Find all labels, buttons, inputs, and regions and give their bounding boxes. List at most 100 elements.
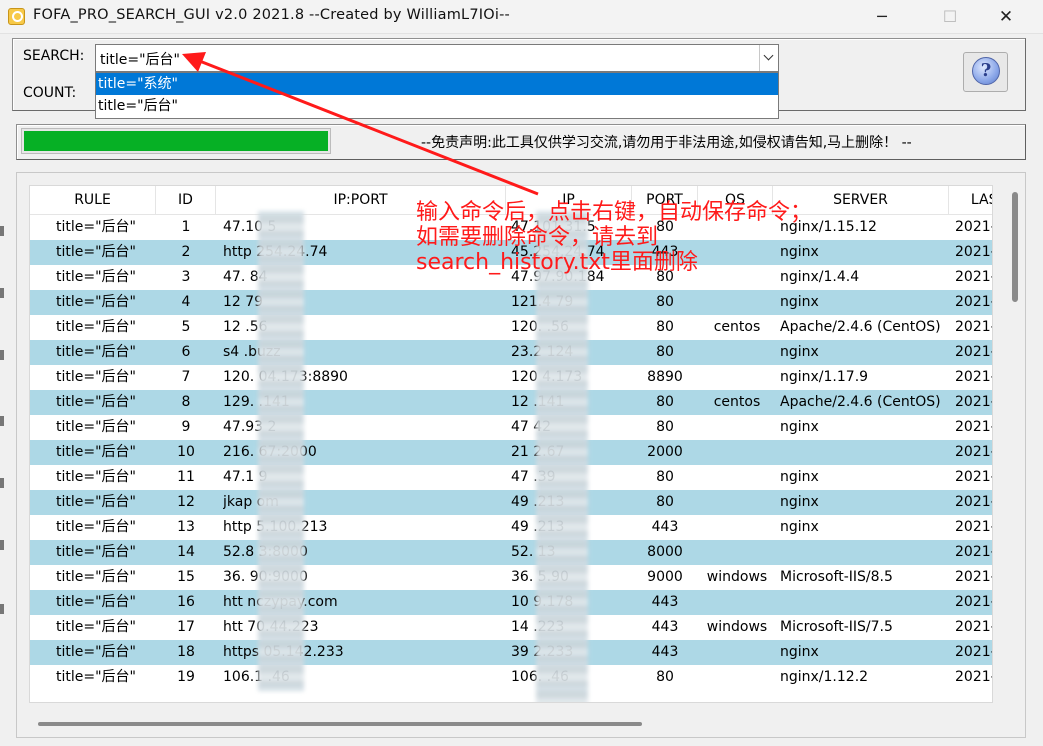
search-label: SEARCH: — [23, 48, 85, 64]
table-row[interactable]: title="后台"18https 05.142.23339 2.233443n… — [30, 640, 993, 665]
cell-rule: title="后台" — [56, 319, 136, 335]
cell-server: nginx/1.12.2 — [780, 669, 869, 685]
table-row[interactable]: title="后台"17htt 70.44.22314 .223443windo… — [30, 615, 993, 640]
annotation-line: search_history.txt里面删除 — [416, 250, 698, 275]
cell-os: centos — [713, 394, 761, 410]
cell-rule: title="后台" — [56, 469, 136, 485]
cell-os: windows — [706, 569, 768, 585]
cell-rule: title="后台" — [56, 269, 136, 285]
cell-server: nginx — [780, 419, 819, 435]
annotation-text: 输入命令后，点击右键，自动保存命令； 如需要删除命令，请去到 search_hi… — [416, 200, 976, 275]
table-row[interactable]: title="后台" 11 47.1 9 47 .39 80 nginx 2021- — [30, 465, 992, 490]
cell-rule: title="后台" — [56, 669, 136, 685]
cell-id: 18 — [177, 644, 195, 660]
search-history-dropdown[interactable]: title="系统" title="后台" — [95, 72, 779, 119]
table-row[interactable]: title="后台" 9 47.93 2 47 42 80 nginx 2021- — [30, 415, 993, 440]
cell-os — [698, 515, 776, 540]
cell-os — [698, 490, 776, 515]
cell-port: 8890 — [647, 369, 683, 385]
cell-rule: title="后台" — [56, 369, 136, 385]
table-row[interactable]: title="后台"6s4 .buzz23.2 12480nginx2021- — [30, 340, 992, 365]
title-bar: FOFA_PRO_SEARCH_GUI v2.0 2021.8 --Create… — [0, 0, 1043, 34]
close-button[interactable]: ✕ — [983, 0, 1029, 34]
cell-last: 2021- — [955, 669, 993, 685]
cell-port: 443 — [651, 594, 679, 610]
cell-port: 443 — [651, 619, 679, 635]
search-combobox[interactable]: title="后台" — [95, 44, 779, 72]
cell-id: 4 — [181, 294, 191, 310]
chevron-down-icon[interactable] — [759, 45, 778, 71]
history-item[interactable]: title="系统" — [96, 73, 778, 95]
cell-last: 2021- — [955, 594, 993, 610]
cell-id: 16 — [177, 594, 195, 610]
cell-rule: title="后台" — [56, 294, 136, 310]
cell-port: 443 — [651, 519, 679, 535]
cell-rule: title="后台" — [56, 219, 136, 235]
table-row[interactable]: title="后台"7120. 04.173:8890120 4.1738890… — [30, 365, 992, 390]
cell-last: 2021- — [955, 294, 993, 310]
cell-os — [698, 290, 776, 315]
cell-last: 2021- — [955, 394, 993, 410]
cell-port: 80 — [656, 319, 674, 335]
table-row[interactable]: title="后台"412 79121.4 7980nginx2021- — [30, 290, 993, 315]
cell-last: 2021- — [955, 494, 993, 510]
cell-os — [698, 665, 776, 690]
table-row[interactable]: title="后台"8129. .14112 .14180centosApach… — [30, 390, 993, 415]
cell-port: 80 — [656, 344, 674, 360]
cell-server — [780, 440, 950, 465]
cell-last: 2021- — [955, 419, 993, 435]
cell-id: 1 — [181, 219, 191, 235]
cell-last: 2021- — [955, 444, 993, 460]
cell-id: 15 — [177, 569, 195, 585]
edge-fragment — [0, 478, 4, 488]
column-header-id[interactable]: ID — [156, 186, 216, 215]
table-row[interactable]: title="后台"19106.1 .46106. .4680nginx/1.1… — [30, 665, 993, 690]
table-row[interactable]: title="后台"13http 5.100.21349 .213443ngin… — [30, 515, 992, 540]
cell-id: 13 — [177, 519, 195, 535]
cell-id: 3 — [181, 269, 191, 285]
maximize-button[interactable]: ☐ — [927, 0, 973, 34]
cell-rule: title="后台" — [56, 619, 136, 635]
cell-rule: title="后台" — [56, 594, 136, 610]
search-input[interactable]: title="后台" — [100, 49, 180, 69]
table-row[interactable]: title="后台"16htt nczypay.com10 9.17844320… — [30, 590, 993, 615]
cell-server: Microsoft-IIS/8.5 — [780, 569, 893, 585]
table-row[interactable]: title="后台"1536. 90:900036. 5.909000windo… — [30, 565, 992, 590]
cell-port: 8000 — [647, 544, 683, 560]
progress-fill — [24, 131, 328, 151]
cell-rule: title="后台" — [56, 244, 136, 260]
cell-id: 11 — [177, 469, 195, 485]
history-item[interactable]: title="后台" — [96, 95, 778, 117]
cell-rule: title="后台" — [56, 544, 136, 560]
help-button[interactable]: ? — [963, 52, 1008, 92]
cell-rule: title="后台" — [56, 419, 136, 435]
cell-server: nginx — [780, 644, 819, 660]
horizontal-scrollbar[interactable] — [38, 722, 642, 726]
table-row[interactable]: title="后台"1452.8 3:800052. 1380002021- — [30, 540, 992, 565]
redaction-mosaic — [258, 211, 304, 691]
cell-last: 2021- — [955, 644, 993, 660]
table-row[interactable]: title="后台"12jkap om49 .21380nginx2021- — [30, 490, 993, 515]
disclaimer-text: --免责声明:此工具仅供学习交流,请勿用于非法用途,如侵权请告知,马上删除！ -… — [421, 135, 912, 151]
table-row[interactable]: title="后台"512 .56120. .5680centosApache/… — [30, 315, 992, 340]
cell-port: 80 — [656, 669, 674, 685]
vertical-scrollbar[interactable] — [1012, 192, 1018, 302]
cell-id: 17 — [177, 619, 195, 635]
minimize-button[interactable]: ─ — [859, 0, 905, 34]
cell-rule: title="后台" — [56, 394, 136, 410]
cell-last: 2021- — [955, 619, 993, 635]
cell-rule: title="后台" — [56, 519, 136, 535]
cell-id: 2 — [181, 244, 191, 260]
cell-os — [698, 590, 776, 615]
cell-id: 8 — [181, 394, 191, 410]
table-row[interactable]: title="后台"10216. 67:200021 2.6720002021- — [30, 440, 993, 465]
edge-fragment — [0, 226, 4, 236]
cell-rule: title="后台" — [56, 444, 136, 460]
column-header-rule[interactable]: RULE — [30, 186, 156, 215]
annotation-line: 如需要删除命令，请去到 — [416, 225, 659, 250]
cell-id: 19 — [177, 669, 195, 685]
cell-server: nginx — [780, 469, 819, 485]
cell-port: 80 — [656, 294, 674, 310]
cell-server — [780, 590, 950, 615]
count-label: COUNT: — [23, 85, 77, 101]
